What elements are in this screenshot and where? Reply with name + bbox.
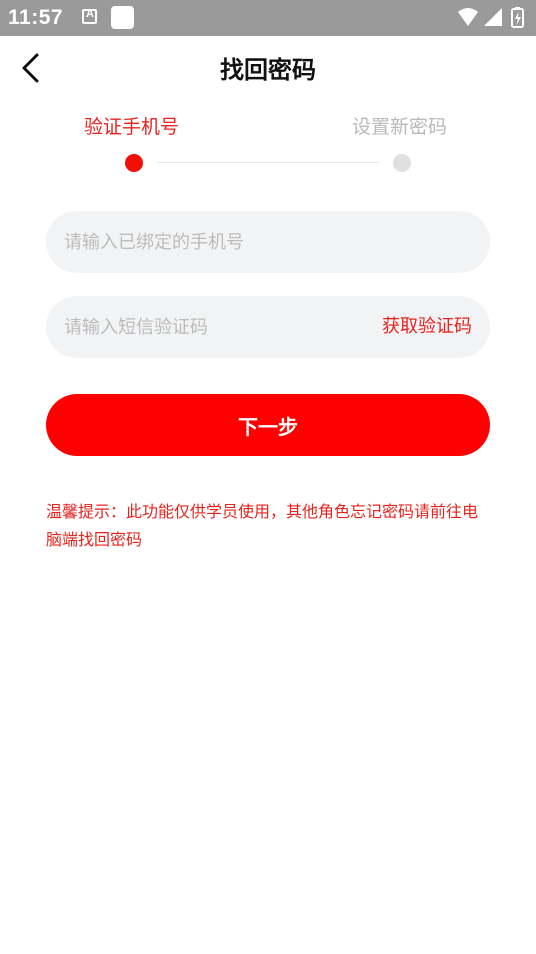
notification-a-icon [82,8,97,24]
phone-input[interactable] [64,211,354,273]
step-dot-active [125,154,143,172]
cellular-signal-icon [484,8,502,26]
status-time: 11:57 [8,6,64,29]
step-connector-line [157,162,379,163]
page-title: 找回密码 [220,56,316,84]
tip-text: 温馨提示：此功能仅供学员使用，其他角色忘记密码请前往电脑端找回密码 [46,502,479,549]
sms-code-input[interactable] [64,296,354,358]
system-tray [458,7,524,28]
step-dot-inactive [393,154,411,172]
step-indicator: 验证手机号 设置新密码 [0,100,536,190]
step-label-set-password: 设置新密码 [352,116,448,138]
step-label-verify-phone: 验证手机号 [84,116,180,138]
battery-charging-icon [511,7,524,28]
wifi-icon [458,8,478,26]
notification-square-icon [111,6,134,29]
get-code-button[interactable]: 获取验证码 [382,296,472,358]
next-step-button[interactable]: 下一步 [46,394,490,456]
sms-code-field: 获取验证码 [46,296,490,358]
header: 找回密码 [0,36,536,100]
status-bar: 11:57 [0,0,536,36]
phone-field [46,211,490,273]
